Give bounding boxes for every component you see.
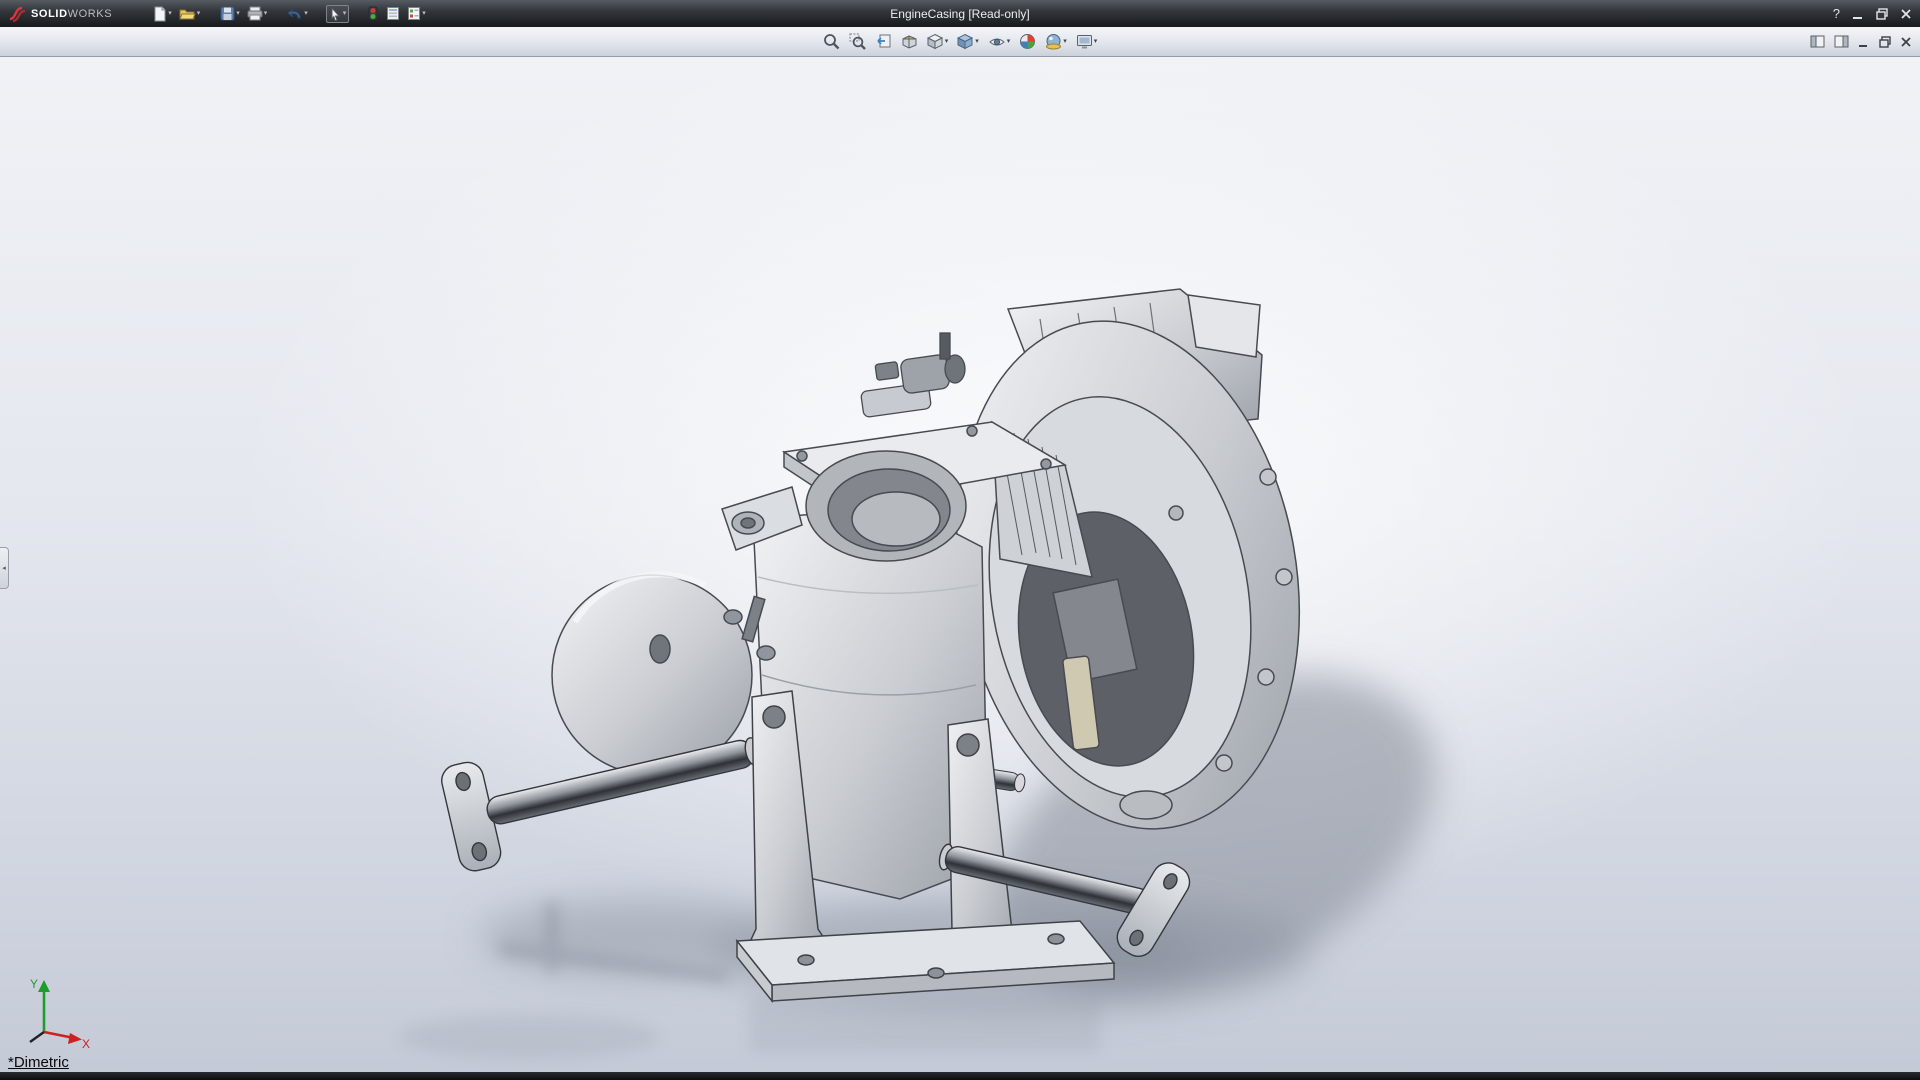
section-view-icon bbox=[901, 33, 918, 50]
undo-button[interactable]: ▾ bbox=[285, 4, 310, 23]
dropdown-arrow[interactable]: ▾ bbox=[1007, 38, 1011, 45]
taskbar-edge bbox=[0, 1072, 1920, 1080]
collapse-arrow-icon: ◂ bbox=[2, 564, 6, 572]
carburetor-assembly bbox=[861, 333, 965, 418]
dropdown-arrow[interactable]: ▾ bbox=[343, 10, 347, 17]
headsup-view-toolbar: ▾ ▾ ▾ ▾ bbox=[0, 27, 1920, 57]
undo-icon bbox=[287, 6, 303, 21]
apply-scene-button[interactable]: ▾ bbox=[1044, 32, 1068, 51]
options-button[interactable]: ▾ bbox=[405, 4, 428, 23]
previous-view-button[interactable] bbox=[874, 32, 893, 51]
pane-toggle-right-icon[interactable] bbox=[1834, 35, 1849, 48]
edit-appearance-button[interactable] bbox=[1018, 32, 1037, 51]
hide-show-eye-icon bbox=[988, 34, 1006, 50]
zoom-to-area-icon bbox=[849, 33, 866, 50]
dropdown-arrow[interactable]: ▾ bbox=[945, 38, 949, 45]
dropdown-arrow[interactable]: ▾ bbox=[168, 10, 172, 17]
featuremanager-collapsed-tab[interactable]: ◂ bbox=[0, 547, 9, 589]
select-cursor-icon bbox=[329, 7, 342, 21]
select-button[interactable]: ▾ bbox=[326, 5, 350, 23]
zoom-to-fit-icon bbox=[823, 33, 840, 50]
doc-minimize-button[interactable] bbox=[1858, 36, 1870, 48]
minimize-button[interactable] bbox=[1852, 8, 1864, 20]
window-controls: ? bbox=[1833, 0, 1912, 27]
rebuild-stoplight-icon bbox=[367, 6, 379, 21]
properties-icon bbox=[386, 6, 400, 21]
reference-triad: Y X bbox=[14, 974, 92, 1048]
restore-button[interactable] bbox=[1876, 8, 1888, 20]
help-button[interactable]: ? bbox=[1833, 6, 1840, 21]
rebuild-button[interactable] bbox=[365, 4, 381, 23]
new-document-button[interactable]: ▾ bbox=[150, 4, 174, 24]
apply-scene-icon bbox=[1045, 33, 1062, 50]
hide-show-items-button[interactable]: ▾ bbox=[987, 33, 1012, 51]
brand-text: SOLIDWORKS bbox=[31, 8, 112, 20]
solidworks-logo: SOLIDWORKS bbox=[0, 5, 124, 23]
options-icon bbox=[407, 6, 421, 21]
document-window-controls bbox=[1810, 27, 1912, 56]
view-orientation-cube-icon bbox=[927, 33, 944, 50]
dropdown-arrow[interactable]: ▾ bbox=[264, 10, 268, 17]
zoom-to-fit-button[interactable] bbox=[822, 32, 841, 51]
edit-appearance-ball-icon bbox=[1019, 33, 1036, 50]
view-settings-button[interactable]: ▾ bbox=[1075, 33, 1099, 51]
titlebar: SOLIDWORKS ▾ ▾ ▾ bbox=[0, 0, 1920, 27]
open-document-icon bbox=[179, 6, 196, 21]
previous-view-icon bbox=[875, 33, 892, 50]
display-style-button[interactable]: ▾ bbox=[956, 32, 980, 51]
model-reflection bbox=[400, 997, 1100, 1059]
save-icon bbox=[220, 6, 235, 21]
display-style-icon bbox=[957, 33, 974, 50]
dropdown-arrow[interactable]: ▾ bbox=[236, 10, 240, 17]
dropdown-arrow[interactable]: ▾ bbox=[422, 10, 426, 17]
triad-x-label: X bbox=[82, 1037, 90, 1048]
view-orientation-label: *Dimetric bbox=[8, 1054, 69, 1071]
window-title: EngineCasing [Read-only] bbox=[890, 7, 1029, 21]
dropdown-arrow[interactable]: ▾ bbox=[1094, 38, 1098, 45]
print-button[interactable]: ▾ bbox=[245, 4, 270, 23]
edit-properties-button[interactable] bbox=[384, 4, 402, 23]
doc-close-button[interactable] bbox=[1900, 36, 1912, 48]
dropdown-arrow[interactable]: ▾ bbox=[975, 38, 979, 45]
doc-restore-button[interactable] bbox=[1879, 36, 1891, 48]
new-document-icon bbox=[152, 6, 167, 22]
dropdown-arrow[interactable]: ▾ bbox=[1063, 38, 1067, 45]
close-button[interactable] bbox=[1900, 8, 1912, 20]
zoom-to-area-button[interactable] bbox=[848, 32, 867, 51]
solidworks-logo-icon bbox=[8, 5, 26, 23]
dropdown-arrow[interactable]: ▾ bbox=[304, 10, 308, 17]
print-icon bbox=[247, 6, 263, 21]
open-document-button[interactable]: ▾ bbox=[177, 4, 203, 23]
standard-toolbar: ▾ ▾ ▾ ▾ bbox=[150, 4, 428, 24]
view-settings-icon bbox=[1076, 34, 1093, 50]
pane-toggle-left-icon[interactable] bbox=[1810, 35, 1825, 48]
save-button[interactable]: ▾ bbox=[218, 4, 242, 23]
section-view-button[interactable] bbox=[900, 32, 919, 51]
model-engine-casing[interactable] bbox=[0, 57, 1920, 1072]
view-orientation-button[interactable]: ▾ bbox=[926, 32, 950, 51]
dropdown-arrow[interactable]: ▾ bbox=[197, 10, 201, 17]
triad-y-label: Y bbox=[30, 977, 38, 991]
graphics-area[interactable]: ◂ Y X *Dimetric bbox=[0, 57, 1920, 1072]
